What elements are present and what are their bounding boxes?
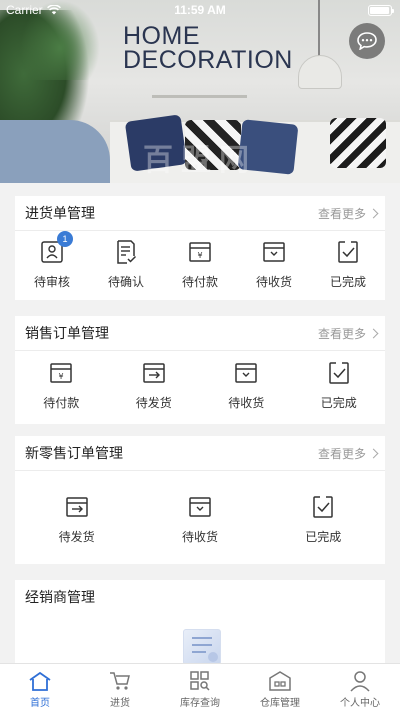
order-status-pending-payment[interactable]: ¥ 待付款 [25,360,97,411]
divider [15,470,385,471]
grid-search-icon [190,671,210,691]
distributor-card: 经销商管理 [15,580,385,670]
ship-box-icon [141,360,167,386]
order-status-pending-receipt[interactable]: 待收货 [164,494,236,545]
divider [15,350,385,351]
tab-home[interactable]: 首页 [0,664,80,711]
clock: 11:59 AM [174,3,226,17]
new-retail-order-card: 新零售订单管理 查看更多 待发货 待收货 已完成 [15,436,385,564]
order-status-pending-shipment[interactable]: 待发货 [41,494,113,545]
section-title: 进货单管理 [25,206,95,222]
item-label: 待付款 [43,396,80,410]
item-label: 待收货 [228,396,265,410]
status-bar: Carrier 11:59 AM [0,0,400,20]
purchase-order-card: 进货单管理 查看更多 1 待审核 待确认 ¥ 待付款 待收货 已完成 [15,196,385,300]
order-status-pending-payment[interactable]: ¥ 待付款 [164,239,236,290]
view-more-link[interactable]: 查看更多 [318,205,379,222]
order-status-pending-receipt[interactable]: 待收货 [238,239,310,290]
order-status-completed[interactable]: 已完成 [287,494,359,545]
order-status-pending-review[interactable]: 1 待审核 [16,231,88,290]
receive-box-icon [187,494,213,520]
svg-text:¥: ¥ [197,251,202,260]
chevron-right-icon [368,448,379,458]
sales-order-card: 销售订单管理 查看更多 ¥ 待付款 待发货 待收货 已完成 [15,316,385,424]
notification-badge: 1 [57,231,73,247]
confirm-list-icon [113,239,139,265]
hero-banner[interactable]: HOME DECORATION 百盟网 [0,0,400,183]
chevron-right-icon [368,328,379,338]
item-label: 已完成 [329,275,366,289]
ship-box-icon [64,494,90,520]
order-status-completed[interactable]: 已完成 [312,239,384,290]
item-label: 待确认 [107,275,144,289]
chat-button[interactable] [349,23,385,59]
chevron-right-icon [368,208,379,218]
receive-box-icon [233,360,259,386]
tab-label: 库存查询 [180,698,220,709]
view-more-link[interactable]: 查看更多 [318,325,379,342]
tab-label: 首页 [30,698,50,709]
item-label: 已完成 [305,530,342,544]
section-title: 新零售订单管理 [25,446,123,462]
item-label: 待审核 [33,275,70,289]
battery-icon [368,5,394,16]
section-title: 经销商管理 [25,590,95,606]
order-status-pending-confirm[interactable]: 待确认 [90,239,162,290]
section-title: 销售订单管理 [25,326,109,342]
yen-box-icon: ¥ [48,360,74,386]
check-doc-icon [310,494,336,520]
item-label: 已完成 [320,396,357,410]
order-status-pending-receipt[interactable]: 待收货 [210,360,282,411]
cart-icon [110,672,130,690]
tab-bar: 首页 进货 库存查询 仓库管理 个人中心 [0,663,400,711]
order-status-completed[interactable]: 已完成 [303,360,375,411]
tab-label: 进货 [110,698,130,709]
tab-profile[interactable]: 个人中心 [320,664,400,711]
item-label: 待收货 [255,275,292,289]
item-label: 待付款 [181,275,218,289]
item-label: 待发货 [58,530,95,544]
banner-watermark: 百盟网 [143,143,257,178]
tab-inventory[interactable]: 库存查询 [160,664,240,711]
divider [15,230,385,231]
order-status-pending-shipment[interactable]: 待发货 [118,360,190,411]
yen-box-icon: ¥ [187,239,213,265]
warehouse-icon [269,671,291,691]
tab-warehouse[interactable]: 仓库管理 [240,664,320,711]
view-more-link[interactable]: 查看更多 [318,445,379,462]
check-doc-icon [335,239,361,265]
tab-label: 个人中心 [340,698,380,709]
item-label: 待收货 [181,530,218,544]
banner-title: HOME DECORATION [123,22,293,74]
chat-bubble-icon [357,32,377,50]
home-icon [29,671,51,691]
tab-label: 仓库管理 [260,698,300,709]
check-doc-icon [326,360,352,386]
receive-box-icon [261,239,287,265]
user-icon [350,671,370,692]
shelf-decoration [152,95,247,98]
svg-text:¥: ¥ [59,372,64,381]
distributor-illustration [183,629,221,665]
tab-purchase[interactable]: 进货 [80,664,160,711]
review-icon: 1 [39,231,73,265]
item-label: 待发货 [135,396,172,410]
